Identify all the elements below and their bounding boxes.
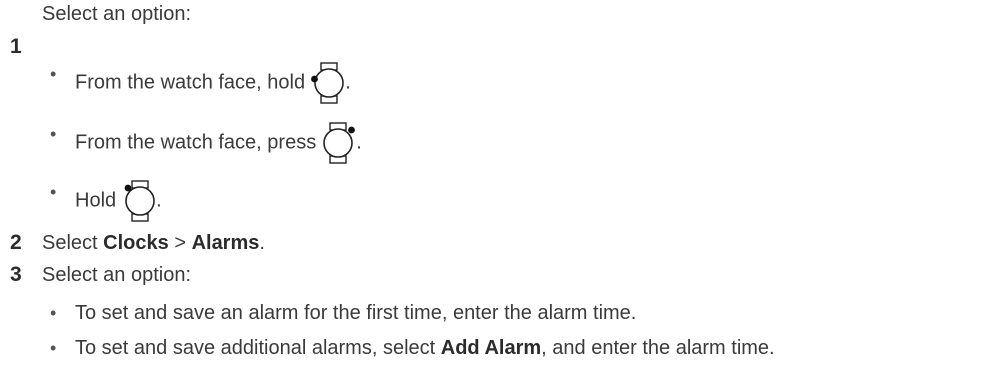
option-suffix: . <box>156 189 162 212</box>
menu-item-clocks: Clocks <box>103 232 169 254</box>
option-text: From the watch face, hold <box>75 71 306 94</box>
text: . <box>259 232 265 254</box>
option-suffix: . <box>356 131 362 154</box>
menu-item-alarms: Alarms <box>191 232 260 254</box>
list-item: Hold . <box>75 180 162 222</box>
text: To set and save additional alarms, selec… <box>75 337 436 359</box>
bullet: • <box>50 338 57 358</box>
list-item: To set and save additional alarms, selec… <box>75 336 775 360</box>
text: Select <box>42 232 98 254</box>
text: , and enter the alarm time. <box>541 337 775 359</box>
watch-button-upper-right-icon <box>322 122 356 164</box>
list-item: From the watch face, press . <box>75 122 362 164</box>
watch-button-upper-left-icon <box>122 180 156 222</box>
step-text: Select Clocks > Alarms. <box>42 231 265 255</box>
bullet: • <box>50 182 57 202</box>
option-text: From the watch face, press <box>75 131 317 154</box>
step-number: 2 <box>10 231 22 254</box>
option-suffix: . <box>345 71 351 94</box>
menu-item-add-alarm: Add Alarm <box>440 337 542 359</box>
list-item: From the watch face, hold . <box>75 62 351 104</box>
bullet: • <box>50 303 57 323</box>
bullet: • <box>50 64 57 84</box>
watch-button-left-icon <box>311 62 345 104</box>
step-text: Select an option: <box>42 264 191 286</box>
step-number: 1 <box>10 35 22 58</box>
option-text: Hold <box>75 189 117 212</box>
bullet: • <box>50 124 57 144</box>
step-text: Select an option: <box>42 3 191 25</box>
step-number: 3 <box>10 263 22 286</box>
separator: > <box>174 232 186 254</box>
list-item: To set and save an alarm for the first t… <box>75 302 637 324</box>
